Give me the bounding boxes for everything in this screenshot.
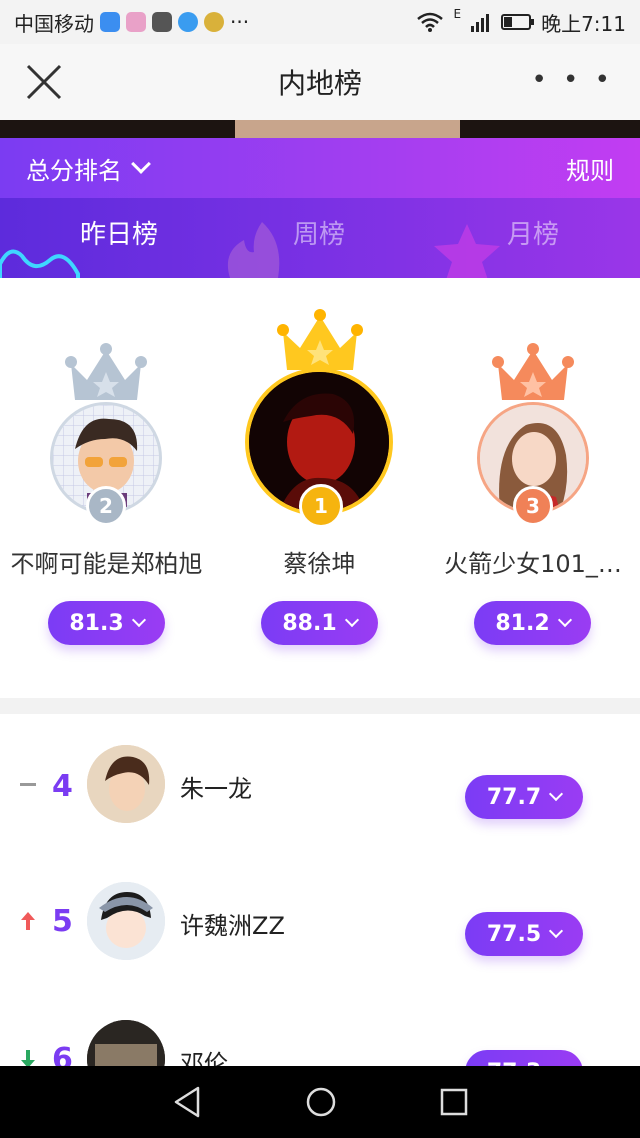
list-item[interactable]: 4 朱一龙 77.7 <box>0 714 640 852</box>
list-name: 朱一龙 <box>180 775 252 803</box>
list-item[interactable]: 5 许魏洲ZZ 77.5 <box>0 852 640 990</box>
rank-badge: 3 <box>513 486 553 526</box>
trend-same-icon <box>20 783 36 786</box>
score-pill[interactable]: 81.2 <box>474 601 591 645</box>
score-pill[interactable]: 88.1 <box>261 601 378 645</box>
gold-crown-icon <box>277 309 363 370</box>
wave-decoration-icon <box>0 249 80 278</box>
app-notification-icon <box>126 12 146 32</box>
status-bar: 中国移动 ··· E 晚上7:11 <box>0 0 640 44</box>
sort-dropdown[interactable]: 总分排名 <box>26 151 151 186</box>
clock: 晚上7:11 <box>541 11 626 36</box>
podium: 2 不啊可能是郑柏旭 81.3 1 蔡徐坤 88.1 3 火箭少女101_… 8… <box>0 278 640 698</box>
network-type-label: E <box>453 7 462 21</box>
list-rank: 5 <box>52 904 73 939</box>
score-pill[interactable]: 77.7 <box>465 775 583 819</box>
rank-badge: 2 <box>86 486 126 526</box>
chevron-down-icon <box>557 612 572 628</box>
ranking-page: 中国移动 ··· E 晚上7:11 内地榜 • • • 总分排名 规则 昨日榜 … <box>0 0 640 1138</box>
close-icon[interactable] <box>24 62 64 102</box>
podium-name: 不啊可能是郑柏旭 <box>10 550 203 578</box>
app-notification-icon <box>204 12 224 32</box>
wifi-icon <box>417 12 444 32</box>
rank-badge: 1 <box>299 484 343 528</box>
score-value: 77.5 <box>486 921 542 947</box>
list-name: 许魏洲ZZ <box>180 912 285 940</box>
recents-icon[interactable] <box>440 1088 468 1116</box>
trend-up-icon <box>21 912 35 930</box>
page-title: 内地榜 <box>277 67 362 100</box>
star-decoration-icon <box>434 224 500 278</box>
score-pill[interactable]: 81.3 <box>48 601 165 645</box>
back-icon[interactable] <box>172 1085 202 1119</box>
podium-entry-2[interactable]: 2 不啊可能是郑柏旭 81.3 <box>0 278 213 678</box>
rules-link[interactable]: 规则 <box>566 151 614 186</box>
carrier-label: 中国移动 <box>14 11 94 36</box>
banner-image <box>0 120 640 138</box>
avatar <box>87 882 165 960</box>
podium-entry-3[interactable]: 3 火箭少女101_… 81.2 <box>426 278 640 678</box>
podium-name: 火箭少女101_… <box>444 550 622 578</box>
signal-icon <box>471 14 490 32</box>
tab-weekly[interactable]: 周榜 <box>293 214 345 251</box>
nav-bar: 内地榜 • • • <box>0 44 640 120</box>
period-tabs: 昨日榜 周榜 月榜 <box>0 198 640 278</box>
section-divider <box>0 698 640 714</box>
home-icon[interactable] <box>305 1086 337 1118</box>
tab-yesterday[interactable]: 昨日榜 <box>80 214 158 251</box>
list-rank: 4 <box>52 769 73 804</box>
chevron-down-icon <box>131 154 151 174</box>
bronze-crown-icon <box>492 343 574 400</box>
wechat-icon <box>152 12 172 32</box>
sort-bar: 总分排名 规则 <box>0 138 640 198</box>
avatar <box>87 745 165 823</box>
app-notification-icon <box>100 12 120 32</box>
score-pill[interactable]: 77.5 <box>465 912 583 956</box>
score-value: 88.1 <box>282 610 337 636</box>
chevron-down-icon <box>549 786 564 802</box>
podium-name: 蔡徐坤 <box>283 550 356 578</box>
chevron-down-icon <box>131 612 146 628</box>
system-nav-bar <box>0 1066 640 1138</box>
score-value: 77.7 <box>486 784 542 810</box>
more-icon[interactable]: • • • <box>531 67 614 93</box>
flame-decoration-icon <box>227 222 280 278</box>
more-notifications-icon: ··· <box>230 10 250 34</box>
battery-icon <box>501 14 535 30</box>
app-notification-icon <box>178 12 198 32</box>
tab-monthly[interactable]: 月榜 <box>507 214 559 251</box>
score-value: 81.2 <box>495 610 550 636</box>
sort-label: 总分排名 <box>26 156 122 185</box>
podium-entry-1[interactable]: 1 蔡徐坤 88.1 <box>213 278 426 678</box>
chevron-down-icon <box>549 923 564 939</box>
chevron-down-icon <box>344 612 359 628</box>
score-value: 81.3 <box>69 610 124 636</box>
silver-crown-icon <box>65 343 147 400</box>
